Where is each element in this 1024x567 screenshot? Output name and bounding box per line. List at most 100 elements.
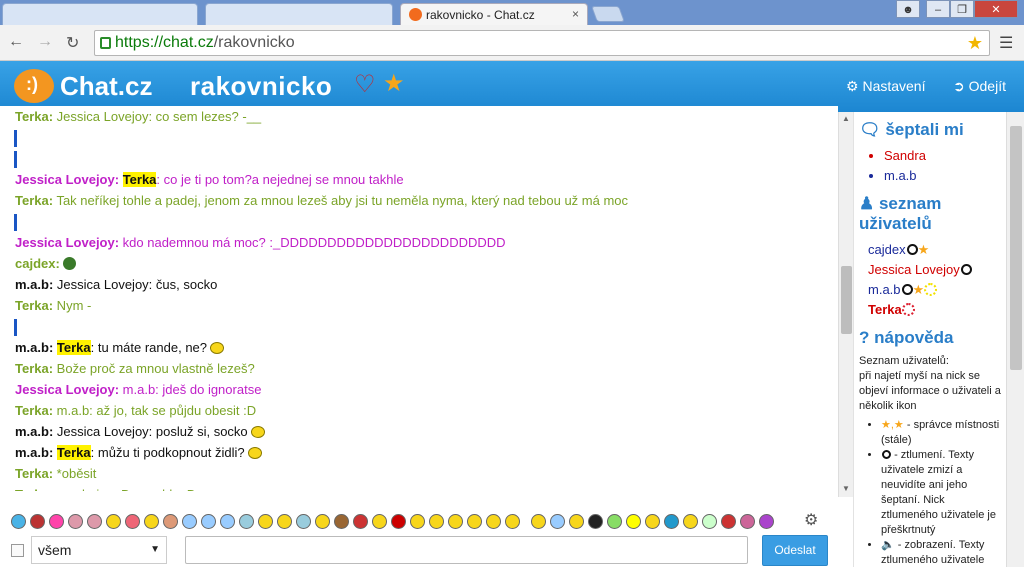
chat-scrollbar[interactable]: ▲ ▼ [838, 112, 853, 497]
user-list-item[interactable]: m.a.b ★ [868, 280, 1006, 300]
message-nick[interactable]: m.a.b: [15, 445, 53, 460]
whisper-user[interactable]: m.a.b [884, 166, 1006, 186]
message-nick[interactable]: Terka: [15, 109, 53, 124]
emoticon-icon[interactable] [334, 514, 349, 529]
user-list-item[interactable]: cajdex ★ [868, 240, 1006, 260]
emoticon-icon[interactable] [49, 514, 64, 529]
new-tab-button[interactable] [591, 6, 625, 22]
emoticon-icon[interactable] [106, 514, 121, 529]
logout-link[interactable]: ➲ Odejít [953, 78, 1006, 95]
emoticon-icon[interactable] [391, 514, 406, 529]
emoticon-icon[interactable] [569, 514, 584, 529]
message-nick[interactable]: cajdex: [15, 256, 60, 271]
scroll-up-icon[interactable]: ▲ [842, 114, 850, 123]
emoticon-icon[interactable] [505, 514, 520, 529]
message-nick[interactable]: m.a.b: [15, 277, 53, 292]
emoticon-icon[interactable] [11, 514, 26, 529]
side-panel: 🗨 šeptali mi Sandram.a.b ♟ seznamuživate… [853, 112, 1006, 567]
chat-scroll-thumb[interactable] [841, 266, 852, 334]
user-profile-icon[interactable]: ☻ [896, 0, 920, 18]
message-nick[interactable]: Jessica Lovejoy: [15, 172, 119, 187]
message-nick[interactable]: Jessica Lovejoy: [15, 382, 119, 397]
emoticon-icon[interactable] [550, 514, 565, 529]
side-scrollbar[interactable] [1006, 112, 1024, 567]
emoticon-icon[interactable] [448, 514, 463, 529]
address-bar[interactable]: https://chat.cz/rakovnicko ★ [94, 30, 990, 56]
emoticon-icon[interactable] [664, 514, 679, 529]
message-input[interactable] [185, 536, 748, 564]
emoticon-icon[interactable] [410, 514, 425, 529]
emoticon-icon[interactable] [258, 514, 273, 529]
scroll-down-icon[interactable]: ▼ [842, 484, 850, 493]
emoticon-icon[interactable] [721, 514, 736, 529]
emoticon-icon[interactable] [296, 514, 311, 529]
emoticon-icon[interactable] [353, 514, 368, 529]
browser-tab[interactable] [2, 3, 198, 25]
side-scroll-thumb[interactable] [1010, 126, 1022, 370]
user-nick[interactable]: cajdex [868, 242, 906, 257]
tab-close-icon[interactable]: × [572, 7, 579, 21]
emoticon-icon[interactable] [702, 514, 717, 529]
recipient-select[interactable]: všem ▼ [31, 536, 167, 564]
emoticon-icon[interactable] [531, 514, 546, 529]
emoticon-icon[interactable] [626, 514, 641, 529]
emoticon-settings-gear-icon[interactable]: ⚙ [804, 510, 818, 530]
message-nick[interactable]: Terka: [15, 403, 53, 418]
whisper-user[interactable]: Sandra [884, 146, 1006, 166]
emoticon-icon[interactable] [182, 514, 197, 529]
whisper-checkbox[interactable] [11, 544, 24, 557]
emoticon-icon[interactable] [683, 514, 698, 529]
browser-menu-icon[interactable]: ☰ [999, 33, 1013, 53]
chat-separator [14, 148, 838, 169]
bookmark-star-icon[interactable]: ★ [967, 33, 983, 54]
back-arrow-icon[interactable]: ← [8, 33, 24, 51]
separator-bar [14, 130, 17, 148]
emoticon-icon[interactable] [87, 514, 102, 529]
emoticon-icon[interactable] [30, 514, 45, 529]
emoticon-icon[interactable] [201, 514, 216, 529]
emoticon-icon[interactable] [277, 514, 292, 529]
emoticon-icon[interactable] [68, 514, 83, 529]
emoticon-icon[interactable] [607, 514, 622, 529]
emoticon-icon[interactable] [239, 514, 254, 529]
minimize-button[interactable]: – [926, 0, 950, 18]
emoticon-icon[interactable] [125, 514, 140, 529]
reload-icon[interactable]: ↻ [66, 33, 79, 53]
emoticon-icon[interactable] [645, 514, 660, 529]
message-nick[interactable]: Terka: [15, 298, 53, 313]
message-nick[interactable]: Terka: [15, 193, 53, 208]
user-list-item[interactable]: Terka [868, 300, 1006, 320]
emoticon-icon[interactable] [220, 514, 235, 529]
user-nick[interactable]: m.a.b [868, 282, 901, 297]
browser-tab-active[interactable]: rakovnicko - Chat.cz × [400, 3, 588, 25]
message-nick[interactable]: m.a.b: [15, 340, 53, 355]
message-nick[interactable]: Terka: [15, 466, 53, 481]
maximize-button[interactable]: ❐ [950, 0, 974, 18]
user-nick[interactable]: Terka [868, 302, 902, 317]
user-nick[interactable]: Jessica Lovejoy [868, 262, 960, 277]
message-nick[interactable]: Terka: [15, 361, 53, 376]
site-logo-text[interactable]: Chat.cz [60, 71, 152, 102]
send-button[interactable]: Odeslat [762, 535, 828, 566]
message-nick[interactable]: Terka: [15, 487, 53, 491]
settings-link[interactable]: ⚙ Nastavení [846, 78, 926, 95]
favorite-heart-icon[interactable]: ♡ [354, 70, 376, 99]
message-nick[interactable]: m.a.b: [15, 424, 53, 439]
room-star-icon[interactable]: ★ [383, 69, 405, 98]
chat-logo-icon[interactable]: :) [14, 69, 54, 103]
window-close-button[interactable]: ✕ [974, 0, 1018, 18]
emoticon-icon[interactable] [144, 514, 159, 529]
emoticon-icon[interactable] [467, 514, 482, 529]
emoticon-icon[interactable] [759, 514, 774, 529]
emoticon-icon[interactable] [740, 514, 755, 529]
emoticon-icon[interactable] [372, 514, 387, 529]
emoticon-icon[interactable] [588, 514, 603, 529]
emoticon-icon[interactable] [315, 514, 330, 529]
browser-tab[interactable] [205, 3, 393, 25]
message-nick[interactable]: Jessica Lovejoy: [15, 235, 119, 250]
emoticon-icon[interactable] [486, 514, 501, 529]
forward-arrow-icon[interactable]: → [37, 33, 53, 51]
user-list-item[interactable]: Jessica Lovejoy [868, 260, 1006, 280]
emoticon-icon[interactable] [163, 514, 178, 529]
emoticon-icon[interactable] [429, 514, 444, 529]
